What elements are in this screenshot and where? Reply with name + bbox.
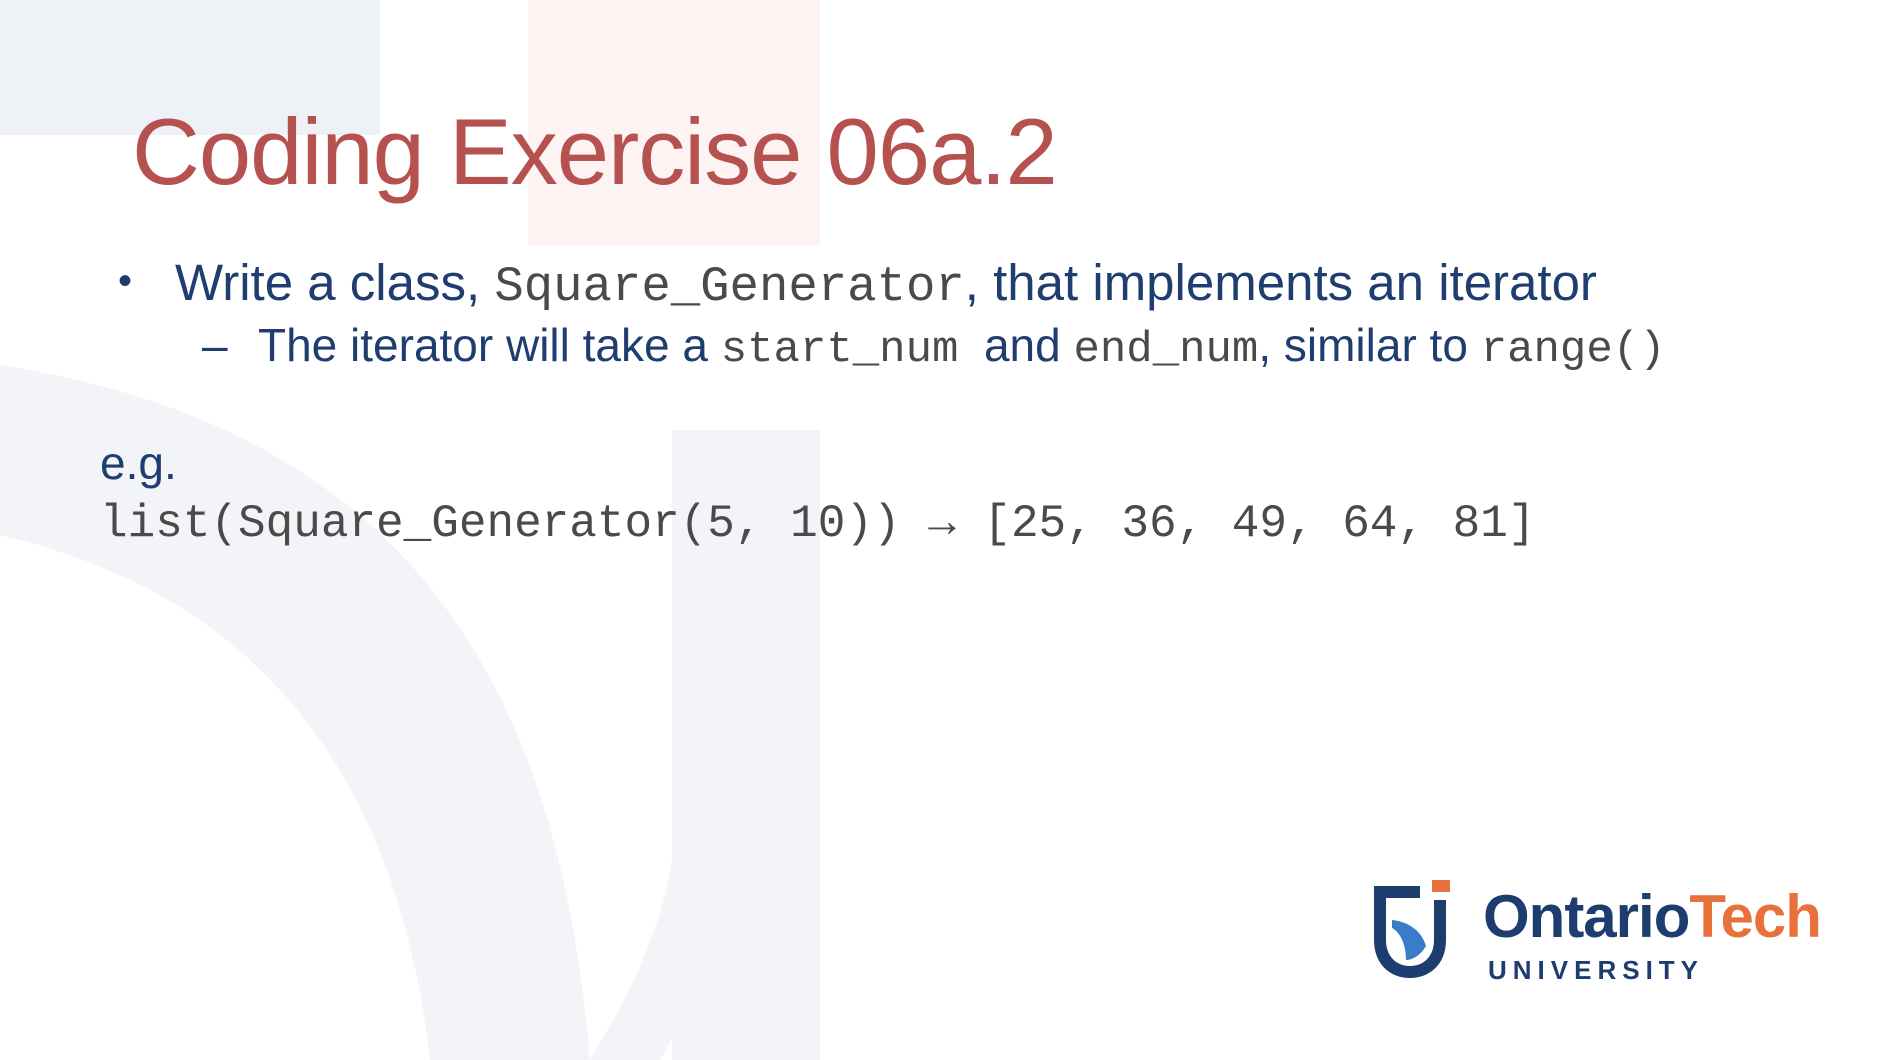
bullet1-text-after: , that implements an iterator (964, 254, 1597, 311)
bullet2-text-before: The iterator will take a (258, 319, 721, 371)
logo-wordmark: OntarioTech (1483, 882, 1822, 951)
logo-ontario-text: Ontario (1483, 883, 1690, 950)
bullet2-code-end-num: end_num (1073, 325, 1259, 375)
sub-bullet-marker: – (202, 319, 228, 371)
bullet-marker: • (118, 259, 133, 303)
bullet-point-2: – The iterator will take a start_num and … (202, 318, 1666, 375)
bullet-point-1: • Write a class, Square_Generator, that i… (118, 253, 1597, 315)
bullet2-code-start-num: start_num (720, 325, 959, 375)
shield-logo-icon (1374, 880, 1450, 978)
bullet2-text-mid2: , similar to (1258, 319, 1481, 371)
example-label: e.g. (100, 437, 177, 489)
bullet2-text-mid: and (958, 319, 1074, 371)
example-code: list(Square_Generator(5, 10)) → [25, 36,… (100, 498, 1536, 550)
logo-tech-text: Tech (1689, 883, 1822, 950)
ontario-tech-logo: OntarioTech UNIVERSITY (1370, 880, 1830, 990)
slide-title: Coding Exercise 06a.2 (132, 99, 1058, 204)
logo-university-text: UNIVERSITY (1488, 955, 1705, 985)
bullet1-text-before: Write a class, (175, 254, 495, 311)
bullet1-code: Square_Generator (494, 259, 965, 315)
bullet2-code-range: range() (1480, 325, 1666, 375)
